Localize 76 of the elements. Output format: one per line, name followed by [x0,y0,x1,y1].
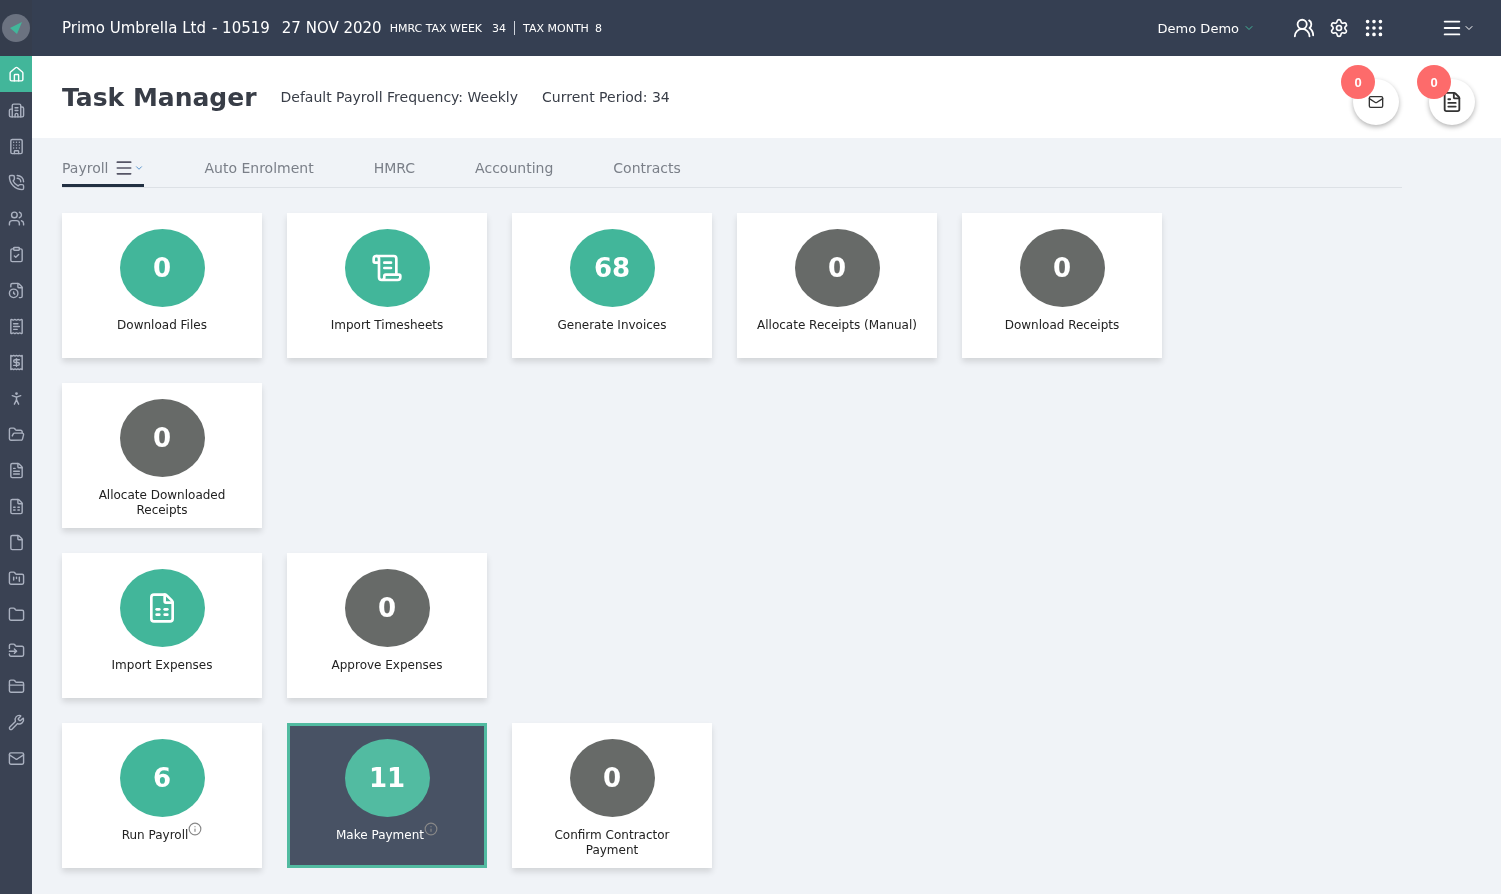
count-badge: 0 [1341,65,1375,99]
clipboard-icon [7,245,25,263]
current-period: Current Period: 34 [542,89,670,105]
count-circle: 0 [794,229,880,307]
count-circle: 68 [569,229,655,307]
receipt-icon [7,353,25,371]
count-circle: 6 [119,739,205,817]
phone-icon [7,173,25,191]
tax-month: 8 [594,21,602,35]
users-icon [7,209,25,227]
task-label: Allocate Downloaded Receipts [97,488,227,518]
caret-icon [134,163,145,173]
company-code: - 10519 [211,19,270,37]
task-card[interactable]: Import Expenses [62,553,262,698]
mail-icon [7,749,25,767]
settings-icon[interactable] [1329,18,1349,38]
task-label: Import Timesheets [329,318,445,333]
task-label: Make Payment [307,828,467,843]
count-badge: 0 [1417,65,1451,99]
folder-icon [7,677,25,695]
task-label: Download Receipts [1003,318,1121,333]
tax-week: 34 [492,21,507,35]
tab[interactable]: HMRC [373,154,416,187]
task-card[interactable]: 0 Download Receipts [962,213,1162,358]
task-label: Approve Expenses [330,658,444,673]
date: 27 NOV 2020 [281,19,382,37]
count-circle: 11 [344,739,430,817]
tools-icon [7,713,25,731]
task-label: Run Payroll [82,828,242,843]
task-label: Generate Invoices [556,318,668,333]
count-circle: 0 [1019,229,1105,307]
folder-icon [7,569,25,587]
tax-week-label: HMRC TAX WEEK [389,21,483,35]
team-icon[interactable] [1293,17,1315,39]
count-circle: 0 [119,229,205,307]
tax-month-label: TAX MONTH [523,21,589,35]
task-card[interactable]: 68 Generate Invoices [512,213,712,358]
document-clock-icon [7,281,25,299]
task-card[interactable]: 0 Allocate Receipts (Manual) [737,213,937,358]
document-icon [1441,91,1463,113]
company-name: Primo Umbrella Ltd [62,19,206,37]
task-card[interactable]: Import Timesheets [287,213,487,358]
grid-icon[interactable] [1363,17,1385,39]
folder-icon [7,605,25,623]
folder-icon [7,641,25,659]
building-icon [7,101,25,119]
count-circle: 0 [119,399,205,477]
document-icon [371,252,403,284]
task-card[interactable]: 6 Run Payroll [62,723,262,868]
logo [2,14,30,42]
task-card[interactable]: 11 Make Payment [287,723,487,868]
payroll-frequency: Default Payroll Frequency: Weekly [280,89,519,105]
task-card[interactable]: 0 Confirm Contractor Payment [512,723,712,868]
document-icon [7,461,25,479]
tab[interactable]: Accounting [475,154,554,187]
task-label: Import Expenses [110,658,214,673]
home-icon [7,65,25,83]
page-title: Task Manager [62,82,257,112]
user-menu[interactable]: Demo Demo [1157,20,1255,36]
document-icon [7,533,25,551]
tab[interactable]: Auto Enrolment [204,154,314,187]
task-card[interactable]: 0 Approve Expenses [287,553,487,698]
count-circle: 0 [569,739,655,817]
task-label: Download Files [116,318,208,333]
mail-icon [1368,94,1384,110]
count-circle: 0 [344,569,430,647]
spreadsheet-icon [7,497,25,515]
tab[interactable]: Contracts [613,154,681,187]
task-label: Confirm Contractor Payment [553,828,671,858]
tab[interactable]: Payroll [62,154,145,187]
building-icon [7,137,25,155]
task-card[interactable]: 0 Allocate Downloaded Receipts [62,383,262,528]
folder-icon [7,425,25,443]
task-label: Allocate Receipts (Manual) [757,318,917,333]
receipt-icon [7,317,25,335]
task-card[interactable]: 0 Download Files [62,213,262,358]
